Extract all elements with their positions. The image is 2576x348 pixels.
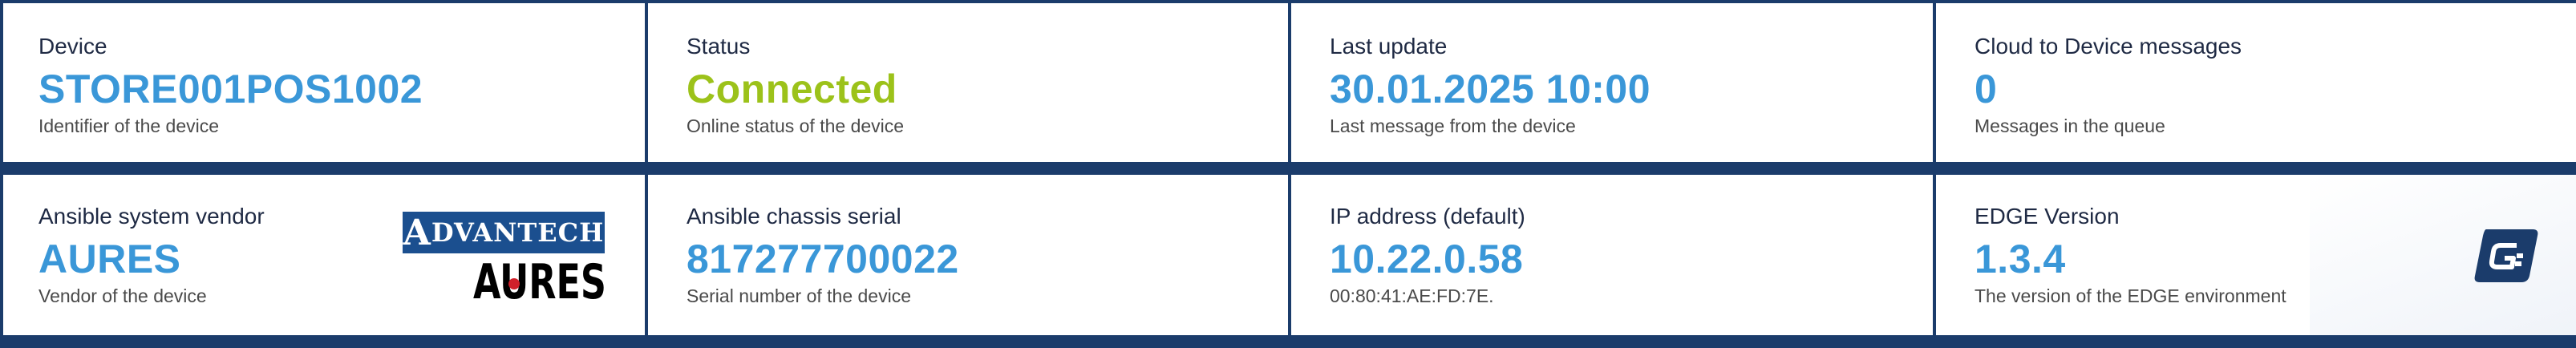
- chassis-serial-description: Serial number of the device: [687, 285, 911, 306]
- vendor-description: Vendor of the device: [38, 285, 207, 306]
- vendor-value: AURES: [38, 237, 181, 281]
- edge-version-label: EDGE Version: [1975, 204, 2120, 229]
- edge-version-value: 1.3.4: [1975, 237, 2066, 281]
- ip-address-value: 10.22.0.58: [1330, 237, 1524, 281]
- aures-logo: AURES: [473, 257, 606, 305]
- ip-address-card: IP address (default) 10.22.0.58 00:80:41…: [1291, 0, 1933, 335]
- device-info-grid: Device STORE001POS1002 Identifier of the…: [0, 0, 2576, 348]
- advantech-logo: A DVANTECH: [403, 212, 605, 253]
- vendor-label: Ansible system vendor: [38, 204, 265, 229]
- svg-text:AURES: AURES: [473, 257, 606, 305]
- chassis-serial-card: Ansible chassis serial 817277700022 Seri…: [648, 0, 1288, 335]
- chassis-serial-label: Ansible chassis serial: [687, 204, 901, 229]
- edge-logo-icon: [2474, 229, 2538, 282]
- mac-address: 00:80:41:AE:FD:7E.: [1330, 285, 1494, 306]
- chassis-serial-value: 817277700022: [687, 237, 959, 281]
- edge-version-card: EDGE Version 1.3.4 The version of the ED…: [1936, 0, 2576, 335]
- ip-address-label: IP address (default): [1330, 204, 1525, 229]
- edge-version-description: The version of the EDGE environment: [1975, 285, 2286, 306]
